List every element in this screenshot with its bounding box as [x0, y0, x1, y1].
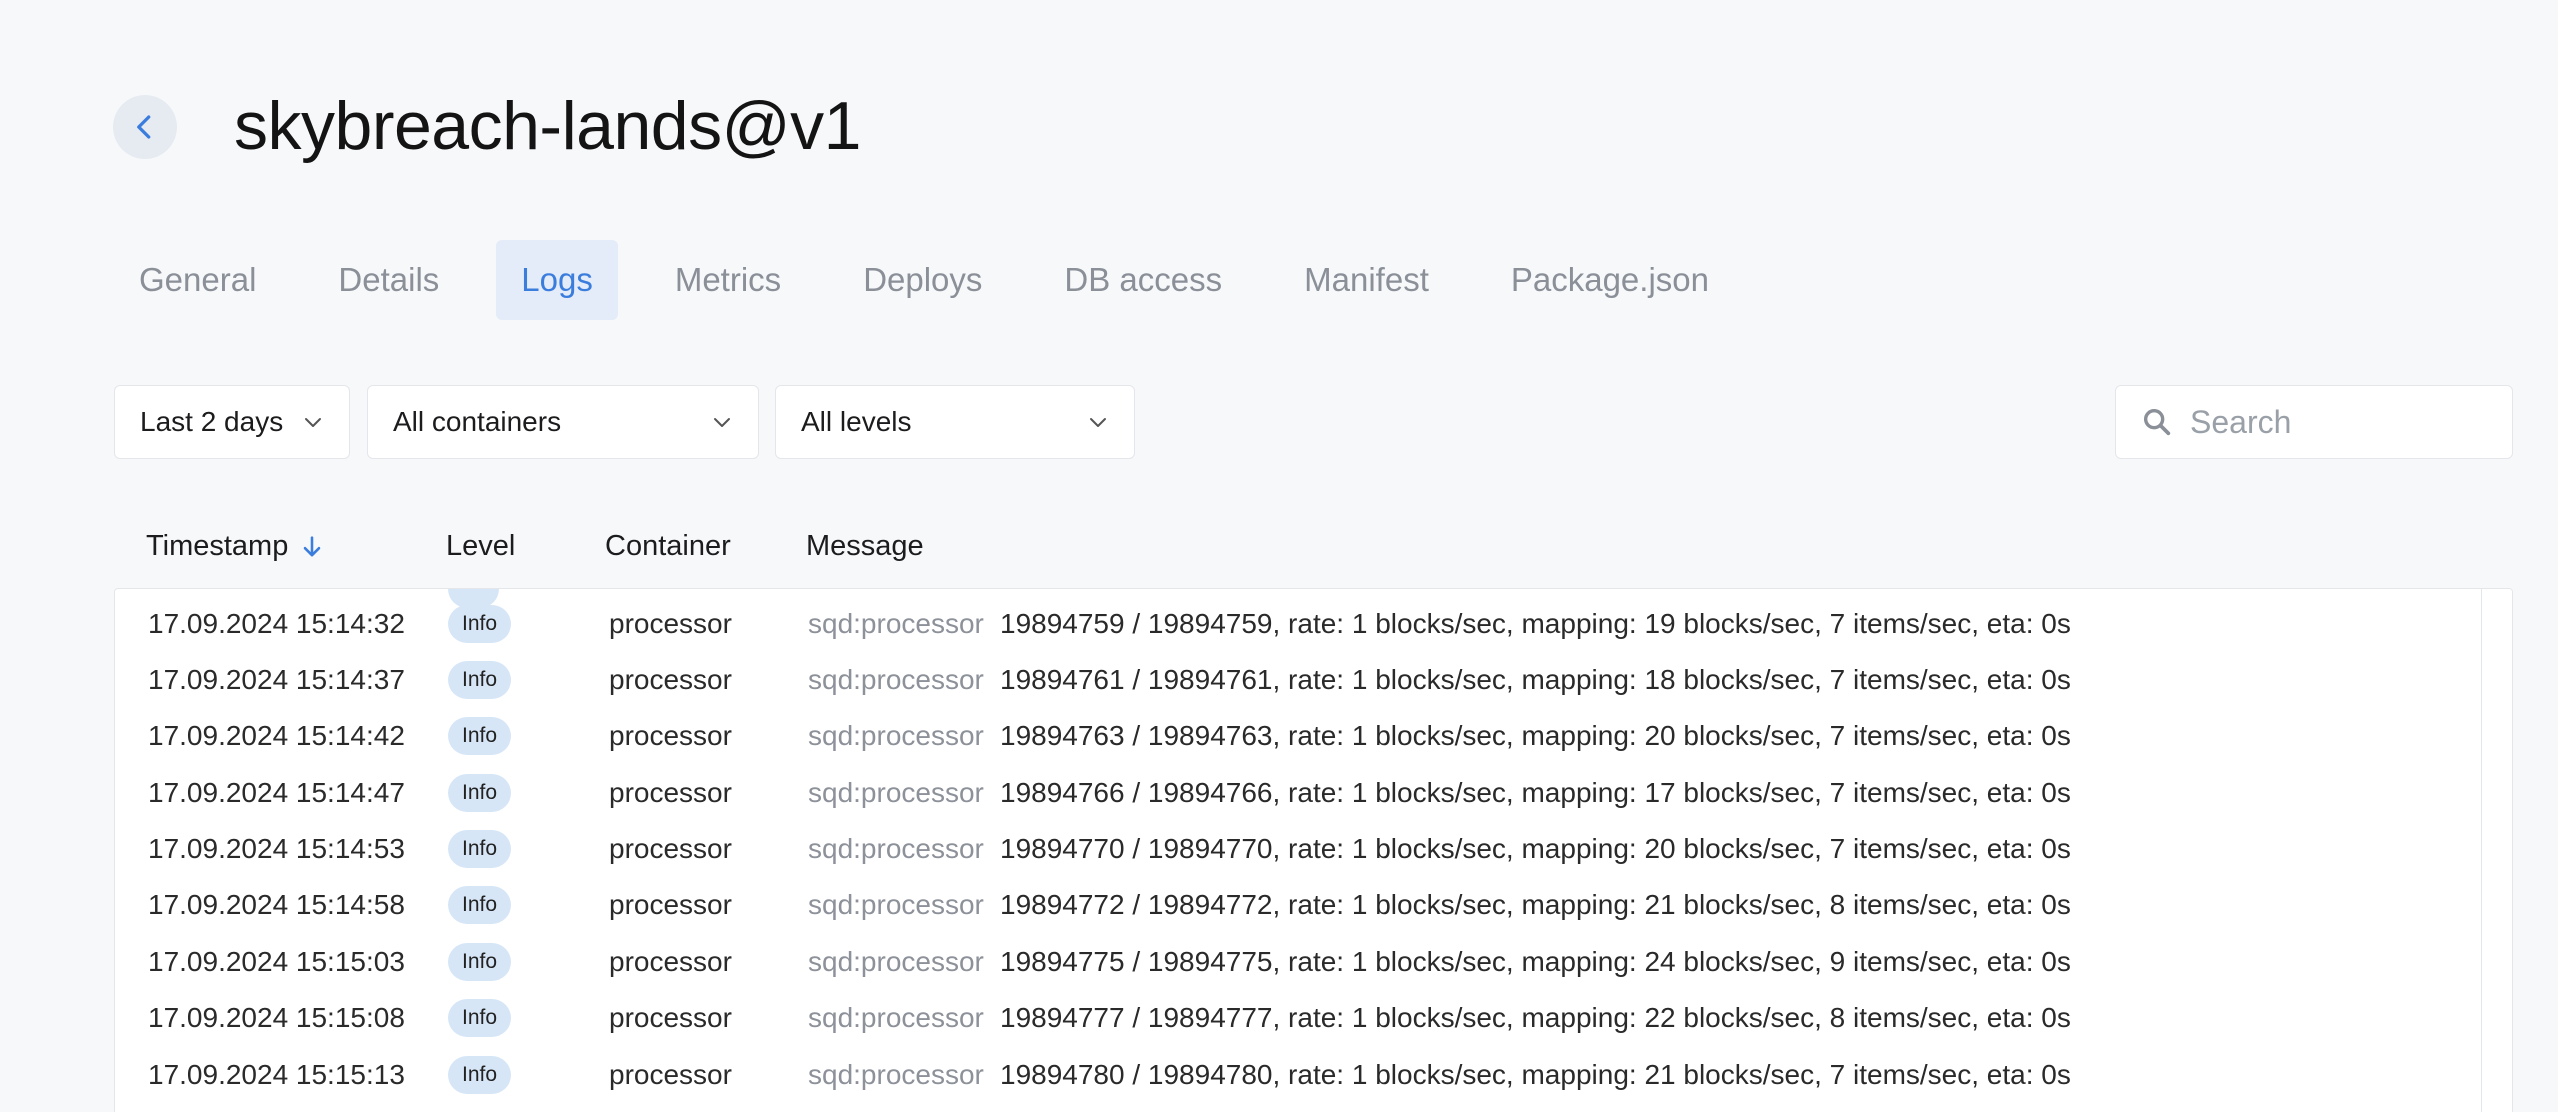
level-badge: Info [448, 830, 512, 868]
column-header-level: Level [446, 530, 516, 562]
log-message: 19894770 / 19894770, rate: 1 blocks/sec,… [1000, 833, 2071, 864]
log-message: 19894775 / 19894775, rate: 1 blocks/sec,… [1000, 946, 2071, 977]
level-badge: Info [448, 999, 512, 1037]
log-namespace: sqd:processor [808, 720, 984, 751]
table-row: 17.09.2024 15:15:13 Info processor sqd:p… [115, 1047, 2475, 1103]
column-header-timestamp[interactable]: Timestamp [146, 530, 326, 563]
level-badge: Info [448, 886, 512, 924]
log-container: processor [609, 946, 732, 977]
log-timestamp: 17.09.2024 15:14:47 [148, 777, 405, 808]
levels-select-value: All levels [801, 406, 912, 437]
log-timestamp: 17.09.2024 15:15:13 [148, 1059, 405, 1090]
table-row: 17.09.2024 15:14:37 Info processor sqd:p… [115, 652, 2475, 708]
log-timestamp: 17.09.2024 15:15:03 [148, 946, 405, 977]
table-row: 17.09.2024 15:14:42 Info processor sqd:p… [115, 708, 2475, 764]
log-message: 19894772 / 19894772, rate: 1 blocks/sec,… [1000, 889, 2071, 920]
table-row: 17.09.2024 15:14:47 Info processor sqd:p… [115, 765, 2475, 821]
log-timestamp: 17.09.2024 15:14:37 [148, 664, 405, 695]
log-timestamp: 17.09.2024 15:15:08 [148, 1002, 405, 1033]
chevron-down-icon [714, 418, 730, 427]
tab-details[interactable]: Details [313, 240, 464, 320]
table-row: 17.09.2024 15:14:53 Info processor sqd:p… [115, 821, 2475, 877]
log-container: processor [609, 889, 732, 920]
log-namespace: sqd:processor [808, 777, 984, 808]
log-container: processor [609, 664, 732, 695]
log-message: 19894759 / 19894759, rate: 1 blocks/sec,… [1000, 608, 2071, 639]
back-button[interactable] [113, 95, 177, 159]
containers-select-value: All containers [393, 406, 562, 437]
table-row: 17.09.2024 15:14:32 Info processor sqd:p… [115, 596, 2475, 652]
log-container: processor [609, 833, 732, 864]
search-box [2115, 385, 2513, 459]
page-title: skybreach-lands@v1 [234, 88, 861, 164]
tab-metrics[interactable]: Metrics [650, 240, 806, 320]
tab-deploys[interactable]: Deploys [838, 240, 1007, 320]
containers-select[interactable]: All containers [367, 385, 759, 459]
period-select-value: Last 2 days [140, 406, 284, 437]
period-select[interactable]: Last 2 days [114, 385, 350, 459]
search-icon [2143, 408, 2171, 436]
level-badge: Info [448, 1056, 512, 1094]
log-container: processor [609, 777, 732, 808]
log-timestamp: 17.09.2024 15:14:58 [148, 889, 405, 920]
table-row: 17.09.2024 15:14:58 Info processor sqd:p… [115, 877, 2475, 933]
table-row: 17.09.2024 15:15:03 Info processor sqd:p… [115, 934, 2475, 990]
tab-logs[interactable]: Logs [496, 240, 618, 320]
levels-select[interactable]: All levels [775, 385, 1135, 459]
log-namespace: sqd:processor [808, 664, 984, 695]
log-container: processor [609, 1059, 732, 1090]
log-container: processor [609, 1002, 732, 1033]
log-scrollbar[interactable] [2481, 589, 2512, 1112]
column-header-message: Message [806, 530, 924, 562]
log-namespace: sqd:processor [808, 1002, 984, 1033]
log-table[interactable]: 17.09.2024 15:14:32 Info processor sqd:p… [114, 588, 2513, 1112]
page: skybreach-lands@v1 General Details Logs … [0, 0, 2558, 1112]
search-input[interactable] [2188, 402, 2492, 442]
column-header-timestamp-label: Timestamp [146, 530, 289, 562]
level-badge: Info [448, 605, 512, 643]
log-timestamp: 17.09.2024 15:14:53 [148, 833, 405, 864]
level-badge: Info [448, 717, 512, 755]
log-namespace: sqd:processor [808, 833, 984, 864]
level-badge: Info [448, 774, 512, 812]
log-namespace: sqd:processor [808, 608, 984, 639]
tab-db-access[interactable]: DB access [1039, 240, 1247, 320]
tab-package-json[interactable]: Package.json [1486, 240, 1734, 320]
tab-bar: General Details Logs Metrics Deploys DB … [114, 240, 1766, 320]
log-timestamp: 17.09.2024 15:14:42 [148, 720, 405, 751]
level-badge: Info [448, 943, 512, 981]
log-container: processor [609, 608, 732, 639]
chevron-down-icon [305, 418, 321, 427]
tab-general[interactable]: General [114, 240, 281, 320]
log-container: processor [609, 720, 732, 751]
log-message: 19894763 / 19894763, rate: 1 blocks/sec,… [1000, 720, 2071, 751]
level-badge: Info [448, 661, 512, 699]
log-message: 19894766 / 19894766, rate: 1 blocks/sec,… [1000, 777, 2071, 808]
chevron-left-icon [137, 115, 151, 139]
log-timestamp: 17.09.2024 15:14:32 [148, 608, 405, 639]
log-namespace: sqd:processor [808, 946, 984, 977]
table-row: 17.09.2024 15:15:08 Info processor sqd:p… [115, 990, 2475, 1046]
log-message: 19894780 / 19894780, rate: 1 blocks/sec,… [1000, 1059, 2071, 1090]
tab-manifest[interactable]: Manifest [1279, 240, 1454, 320]
log-message: 19894777 / 19894777, rate: 1 blocks/sec,… [1000, 1002, 2071, 1033]
log-message: 19894761 / 19894761, rate: 1 blocks/sec,… [1000, 664, 2071, 695]
chevron-down-icon [1090, 418, 1106, 427]
arrow-down-icon [304, 535, 321, 556]
column-header-container: Container [605, 530, 731, 562]
log-namespace: sqd:processor [808, 889, 984, 920]
log-namespace: sqd:processor [808, 1059, 984, 1090]
